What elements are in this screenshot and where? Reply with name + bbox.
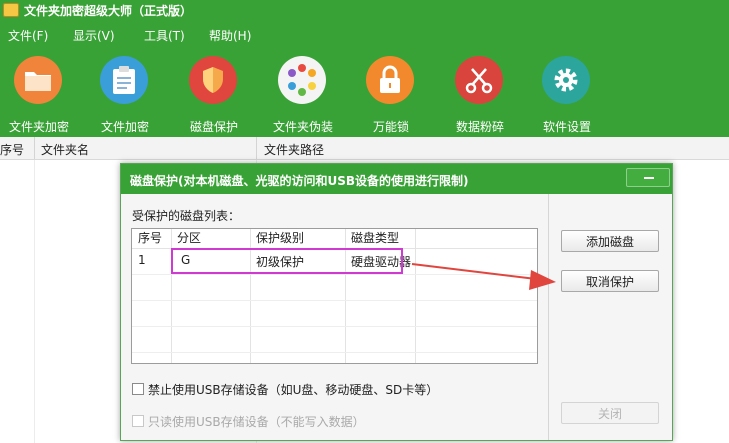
- column-header-disk-type[interactable]: 磁盘类型: [345, 229, 415, 248]
- shield-icon: [189, 56, 237, 104]
- row-divider: [132, 352, 537, 353]
- menu-view[interactable]: 显示(V): [73, 27, 115, 44]
- tool-label: 文件加密: [100, 120, 149, 134]
- app-header: 文件夹加密超级大师（正式版） 文件(F) 显示(V) 工具(T) 帮助(H) 文…: [0, 0, 729, 137]
- disk-protect-dialog: 磁盘保护(对本机磁盘、光驱的访问和USB设备的使用进行限制) 受保护的磁盘列表：…: [120, 163, 673, 441]
- tool-file-encrypt[interactable]: 文件加密: [86, 56, 164, 134]
- grid-line: [34, 160, 35, 443]
- cell-index: 1: [138, 253, 146, 267]
- app-logo-icon: [3, 3, 19, 17]
- menu-file[interactable]: 文件(F): [8, 27, 48, 44]
- toolbar: 文件夹加密 文件加密 磁盘保护 文件夹伪装 万能锁 数据粉碎 软件设置: [0, 52, 729, 134]
- row-divider: [132, 274, 537, 275]
- tool-label: 文件夹伪装: [272, 120, 333, 134]
- tool-label: 软件设置: [542, 120, 591, 134]
- menu-tools[interactable]: 工具(T): [144, 27, 185, 44]
- tool-label: 数据粉碎: [455, 120, 504, 134]
- column-separator[interactable]: [34, 137, 35, 159]
- disable-usb-label[interactable]: 禁止使用USB存储设备（如U盘、移动硬盘、SD卡等）: [148, 381, 438, 398]
- clipboard-icon: [100, 56, 148, 104]
- cancel-protect-button[interactable]: 取消保护: [561, 270, 659, 292]
- tool-folder-disguise[interactable]: 文件夹伪装: [264, 56, 342, 134]
- highlight-annotation: [171, 248, 403, 274]
- padlock-icon: [366, 56, 414, 104]
- grid-line: [415, 229, 416, 363]
- tool-settings[interactable]: 软件设置: [528, 56, 606, 134]
- tool-folder-encrypt[interactable]: 文件夹加密: [0, 56, 78, 134]
- gear-icon: [542, 56, 590, 104]
- column-header-partition[interactable]: 分区: [171, 229, 250, 248]
- row-divider: [132, 326, 537, 327]
- column-header-folder-path[interactable]: 文件夹路径: [264, 141, 324, 158]
- menu-bar: 文件(F) 显示(V) 工具(T) 帮助(H): [0, 24, 729, 46]
- list-header: 序号 文件夹名 文件夹路径: [0, 137, 729, 160]
- tool-disk-protect[interactable]: 磁盘保护: [175, 56, 253, 134]
- tool-label: 磁盘保护: [189, 120, 238, 134]
- column-header-protect-level[interactable]: 保护级别: [250, 229, 345, 248]
- readonly-usb-checkbox[interactable]: [132, 415, 144, 427]
- close-button[interactable]: 关闭: [561, 402, 659, 424]
- app-title: 文件夹加密超级大师（正式版）: [24, 4, 193, 18]
- column-header-index[interactable]: 序号: [132, 229, 171, 248]
- row-divider: [132, 300, 537, 301]
- protected-disk-list-label: 受保护的磁盘列表：: [132, 209, 241, 223]
- menu-help[interactable]: 帮助(H): [209, 27, 251, 44]
- color-wheel-icon: [278, 56, 326, 104]
- add-disk-button[interactable]: 添加磁盘: [561, 230, 659, 252]
- dialog-title: 磁盘保护(对本机磁盘、光驱的访问和USB设备的使用进行限制): [130, 174, 469, 188]
- dialog-title-bar: 磁盘保护(对本机磁盘、光驱的访问和USB设备的使用进行限制): [121, 164, 672, 194]
- column-separator[interactable]: [256, 137, 257, 159]
- tool-label: 文件夹加密: [8, 120, 69, 134]
- tool-data-shred[interactable]: 数据粉碎: [441, 56, 519, 134]
- minimize-icon: [644, 177, 654, 179]
- tool-label: 万能锁: [372, 120, 409, 134]
- title-bar: 文件夹加密超级大师（正式版）: [0, 0, 729, 20]
- dialog-divider: [548, 194, 549, 440]
- scissors-icon: [455, 56, 503, 104]
- readonly-usb-label[interactable]: 只读使用USB存储设备（不能写入数据）: [148, 413, 365, 430]
- column-header-folder-name[interactable]: 文件夹名: [41, 141, 89, 158]
- column-header-index[interactable]: 序号: [0, 141, 24, 158]
- tool-universal-lock[interactable]: 万能锁: [352, 56, 430, 134]
- folder-icon: [14, 56, 62, 104]
- disable-usb-checkbox[interactable]: [132, 383, 144, 395]
- dialog-minimize-button[interactable]: [626, 168, 670, 187]
- protected-disk-table[interactable]: 序号 分区 保护级别 磁盘类型 1 G 初级保护 硬盘驱动器: [131, 228, 538, 364]
